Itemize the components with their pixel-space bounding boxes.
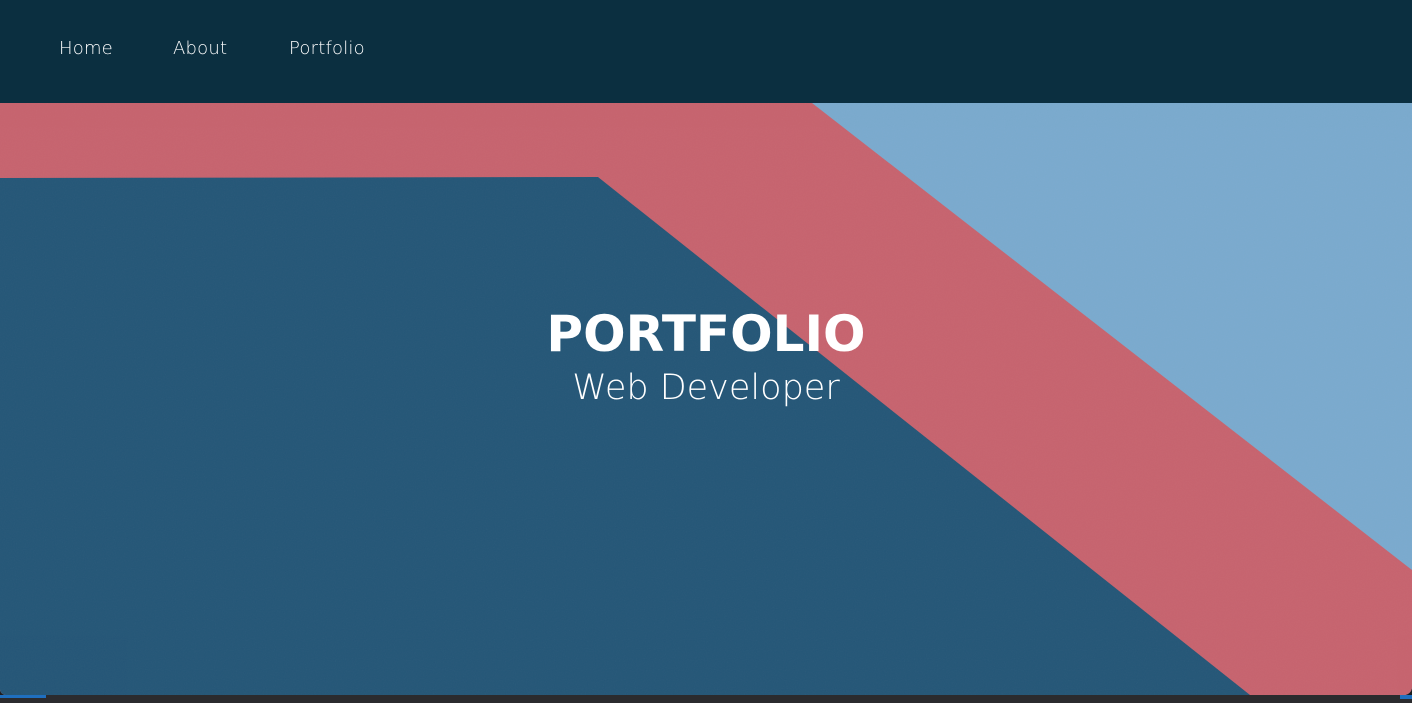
bottom-accent-left — [0, 695, 46, 698]
bottom-accent-right — [1400, 695, 1412, 699]
nav-link-portfolio[interactable]: Portfolio — [289, 38, 365, 59]
nav-link-about[interactable]: About — [173, 38, 227, 59]
page: Home About Portfolio PORTFOLIO Web Devel… — [0, 0, 1412, 703]
hero-banner: PORTFOLIO Web Developer — [0, 103, 1412, 695]
top-navbar: Home About Portfolio — [0, 0, 1412, 103]
hero-subtitle: Web Developer — [572, 368, 840, 408]
hero-title: PORTFOLIO — [546, 305, 866, 363]
nav-link-home[interactable]: Home — [59, 38, 113, 59]
hero-text-block: PORTFOLIO Web Developer — [0, 103, 1412, 695]
window-bottom-edge — [0, 695, 1412, 703]
